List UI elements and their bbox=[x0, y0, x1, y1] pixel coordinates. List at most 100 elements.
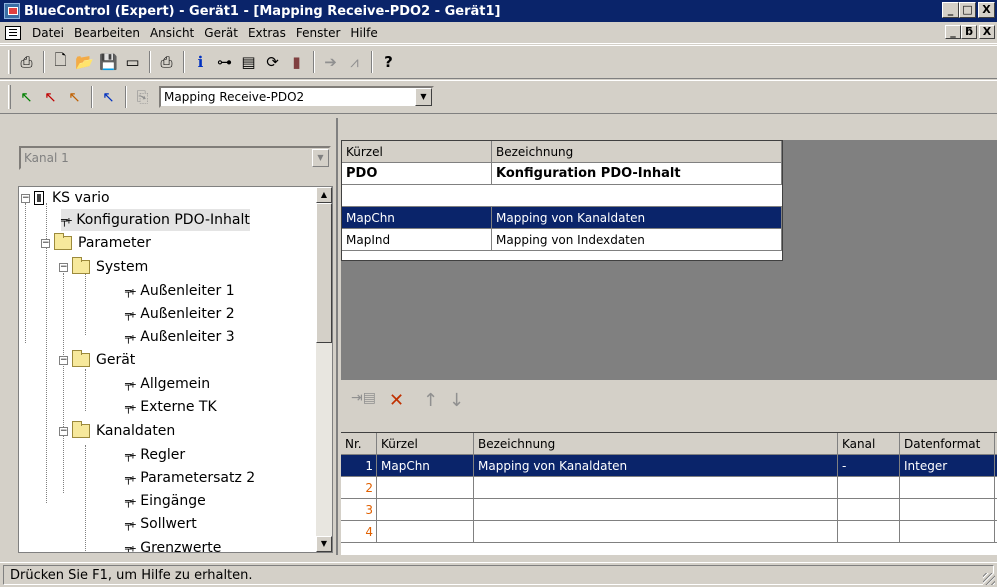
tree-node-regler[interactable]: ╤+ Regler bbox=[125, 444, 185, 466]
table-row[interactable]: 2 bbox=[341, 477, 997, 499]
tree-node-parameter[interactable]: − Parameter bbox=[41, 232, 151, 254]
maximize-button[interactable]: □ bbox=[959, 2, 976, 18]
refresh-icon[interactable]: ⟳ bbox=[261, 51, 284, 74]
delete-icon[interactable]: ✕ bbox=[389, 390, 404, 411]
cell-nr: 4 bbox=[341, 521, 377, 542]
print-preview-icon[interactable]: ⎙ bbox=[15, 51, 38, 74]
collapse-icon[interactable]: − bbox=[41, 238, 50, 248]
kanal-select[interactable]: Kanal 1 ▼ bbox=[19, 146, 331, 170]
collapse-icon[interactable]: − bbox=[59, 355, 68, 365]
table-row[interactable]: 3 bbox=[341, 499, 997, 521]
arrow-blue-icon[interactable]: ↖ bbox=[97, 86, 120, 109]
menu-fenster[interactable]: Fenster bbox=[291, 26, 346, 40]
table-row[interactable]: PDO Konfiguration PDO-Inhalt bbox=[342, 163, 782, 185]
tree-node-externe-tk[interactable]: ╤+ Externe TK bbox=[125, 396, 217, 418]
collapse-icon[interactable]: − bbox=[59, 426, 68, 436]
chevron-down-icon[interactable]: ▼ bbox=[415, 88, 432, 106]
mdi-minimize-button[interactable]: _ bbox=[945, 25, 961, 39]
secondary-toolbar: ↖ ↖ ↖ ↖ ⎘ Mapping Receive-PDO2 ▼ bbox=[0, 80, 997, 114]
collapse-icon[interactable]: − bbox=[21, 193, 30, 203]
table-row[interactable]: 4 bbox=[341, 521, 997, 543]
menu-datei[interactable]: Datei bbox=[27, 26, 69, 40]
connect-icon[interactable]: ➔ bbox=[319, 51, 342, 74]
folder-icon bbox=[72, 350, 90, 367]
separator bbox=[371, 51, 373, 73]
cell-nr: 1 bbox=[341, 455, 377, 476]
cell-datenformat bbox=[900, 521, 995, 542]
minimize-button[interactable]: _ bbox=[942, 2, 959, 18]
cell-nr: 2 bbox=[341, 477, 377, 498]
menu-ansicht[interactable]: Ansicht bbox=[145, 26, 199, 40]
move-down-icon[interactable]: ↓ bbox=[449, 390, 464, 411]
mapping-icon: ╤+ bbox=[61, 213, 72, 227]
app-icon[interactable] bbox=[4, 3, 20, 19]
save-icon[interactable]: 💾 bbox=[97, 51, 120, 74]
close-button[interactable]: X bbox=[978, 2, 995, 18]
menu-hilfe[interactable]: Hilfe bbox=[345, 26, 382, 40]
tree-node-ks-vario[interactable]: − KS vario bbox=[21, 187, 110, 209]
folder-icon bbox=[72, 257, 90, 274]
tree-node-aussenleiter-1[interactable]: ╤+ Außenleiter 1 bbox=[125, 280, 235, 302]
cell-bezeichnung bbox=[474, 521, 838, 542]
tree-view-icon[interactable]: ⊶ bbox=[213, 51, 236, 74]
column-header-bezeichnung[interactable]: Bezeichnung bbox=[492, 141, 782, 162]
menu-extras[interactable]: Extras bbox=[243, 26, 291, 40]
tree-node-aussenleiter-2[interactable]: ╤+ Außenleiter 2 bbox=[125, 303, 235, 325]
add-entry-icon[interactable]: ⇥▤ bbox=[351, 390, 376, 406]
table-row[interactable]: 1 MapChn Mapping von Kanaldaten - Intege… bbox=[341, 455, 997, 477]
mdi-restore-button[interactable]: ƃ bbox=[961, 25, 977, 39]
mapping-toolbar: ⇥▤ ✕ ↑ ↓ bbox=[341, 380, 997, 432]
info-icon[interactable]: ℹ bbox=[189, 51, 212, 74]
tree-node-grenzwerte[interactable]: ╤+ Grenzwerte bbox=[125, 537, 221, 552]
tree-node-kanaldaten[interactable]: − Kanaldaten bbox=[59, 420, 175, 442]
tree-node-parametersatz-2[interactable]: ╤+ Parametersatz 2 bbox=[125, 467, 255, 489]
resize-grip-icon[interactable] bbox=[983, 573, 995, 585]
column-header-kuerzel[interactable]: Kürzel bbox=[377, 433, 474, 454]
arrow-red-icon[interactable]: ↖ bbox=[39, 86, 62, 109]
tree-node-konfiguration[interactable]: ╤+ Konfiguration PDO-Inhalt bbox=[61, 209, 250, 231]
cell-nr: 3 bbox=[341, 499, 377, 520]
arrow-orange-icon[interactable]: ↖ bbox=[63, 86, 86, 109]
arrow-green-icon[interactable]: ↖ bbox=[15, 86, 38, 109]
scroll-up-icon[interactable]: ▲ bbox=[316, 187, 332, 203]
tree-node-allgemein[interactable]: ╤+ Allgemein bbox=[125, 373, 210, 395]
document-icon[interactable] bbox=[5, 25, 21, 40]
column-header-kuerzel[interactable]: Kürzel bbox=[342, 141, 492, 162]
transfer-icon[interactable]: ▮ bbox=[285, 51, 308, 74]
column-header-nr[interactable]: Nr. bbox=[341, 433, 377, 454]
tree-node-sollwert[interactable]: ╤+ Sollwert bbox=[125, 513, 197, 535]
printer-icon[interactable]: ⎙ bbox=[155, 51, 178, 74]
help-icon[interactable]: ? bbox=[377, 51, 400, 74]
cell-empty bbox=[342, 185, 492, 206]
scroll-thumb[interactable] bbox=[316, 203, 332, 343]
tree-node-system[interactable]: − System bbox=[59, 256, 148, 278]
table-row[interactable]: MapChn Mapping von Kanaldaten bbox=[342, 207, 782, 229]
tree-node-label: Externe TK bbox=[140, 399, 217, 415]
tree-node-label: Kanaldaten bbox=[96, 423, 176, 439]
chevron-down-icon[interactable]: ▼ bbox=[312, 149, 329, 167]
copy-icon[interactable]: ⎘ bbox=[131, 86, 154, 109]
tree-node-label: Konfiguration PDO-Inhalt bbox=[76, 212, 250, 228]
column-header-datenformat[interactable]: Datenformat bbox=[900, 433, 995, 454]
open-folder-icon[interactable]: 📂 bbox=[73, 51, 96, 74]
device-icon[interactable]: ▭ bbox=[121, 51, 144, 74]
new-file-icon[interactable]: 🗋 bbox=[49, 51, 72, 74]
tree-node-eingaenge[interactable]: ╤+ Eingänge bbox=[125, 490, 206, 512]
table-view-icon[interactable]: ▤ bbox=[237, 51, 260, 74]
table-row[interactable]: MapInd Mapping von Indexdaten bbox=[342, 229, 782, 251]
mapping-select[interactable]: Mapping Receive-PDO2 ▼ bbox=[159, 86, 434, 108]
move-up-icon[interactable]: ↑ bbox=[423, 390, 438, 411]
cell-kuerzel bbox=[377, 499, 474, 520]
collapse-icon[interactable]: − bbox=[59, 262, 68, 272]
column-header-kanal[interactable]: Kanal bbox=[838, 433, 900, 454]
tree-scrollbar[interactable]: ▲ ▼ bbox=[316, 187, 332, 552]
menu-bearbeiten[interactable]: Bearbeiten bbox=[69, 26, 145, 40]
tree-node-aussenleiter-3[interactable]: ╤+ Außenleiter 3 bbox=[125, 326, 235, 348]
scroll-down-icon[interactable]: ▼ bbox=[316, 536, 332, 552]
column-header-bezeichnung[interactable]: Bezeichnung bbox=[474, 433, 838, 454]
status-text: Drücken Sie F1, um Hilfe zu erhalten. bbox=[3, 565, 994, 585]
chart-icon[interactable]: ⩘ bbox=[343, 51, 366, 74]
mdi-close-button[interactable]: X bbox=[979, 25, 995, 39]
tree-node-geraet[interactable]: − Gerät bbox=[59, 349, 135, 371]
menu-geraet[interactable]: Gerät bbox=[199, 26, 243, 40]
